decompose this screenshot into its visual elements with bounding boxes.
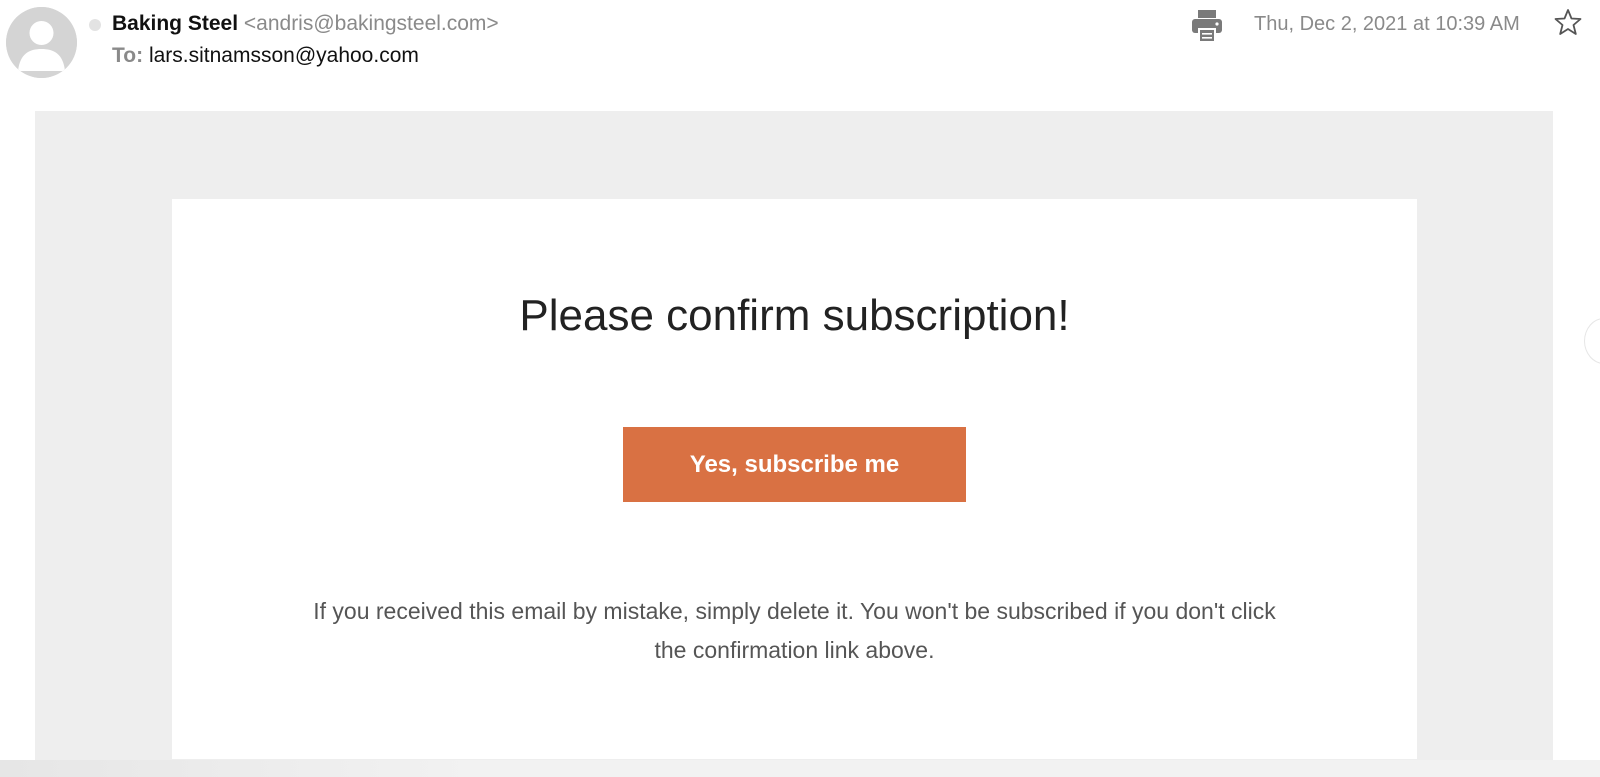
recipient-line: To: lars.sitnamsson@yahoo.com	[112, 42, 419, 70]
unread-dot-icon	[89, 19, 101, 31]
email-body-background: Please confirm subscription! Yes, subscr…	[35, 111, 1553, 777]
sender-line: Baking Steel <andris@bakingsteel.com>	[112, 10, 499, 38]
email-card: Please confirm subscription! Yes, subscr…	[172, 199, 1417, 759]
email-header: Baking Steel <andris@bakingsteel.com> To…	[0, 0, 1600, 110]
sender-email[interactable]: <andris@bakingsteel.com>	[244, 12, 499, 35]
email-title: Please confirm subscription!	[519, 291, 1070, 340]
print-icon[interactable]	[1191, 9, 1223, 43]
subscribe-button[interactable]: Yes, subscribe me	[623, 427, 966, 502]
recipient-email[interactable]: lars.sitnamsson@yahoo.com	[149, 44, 419, 67]
bottom-edge	[0, 760, 1600, 777]
sender-name[interactable]: Baking Steel	[112, 12, 238, 35]
to-label: To:	[112, 44, 144, 67]
timestamp: Thu, Dec 2, 2021 at 10:39 AM	[1254, 13, 1520, 35]
disclaimer-text: If you received this email by mistake, s…	[313, 598, 1276, 663]
avatar-icon[interactable]	[6, 7, 77, 78]
side-panel-handle[interactable]	[1584, 318, 1600, 364]
star-icon[interactable]	[1554, 8, 1582, 36]
